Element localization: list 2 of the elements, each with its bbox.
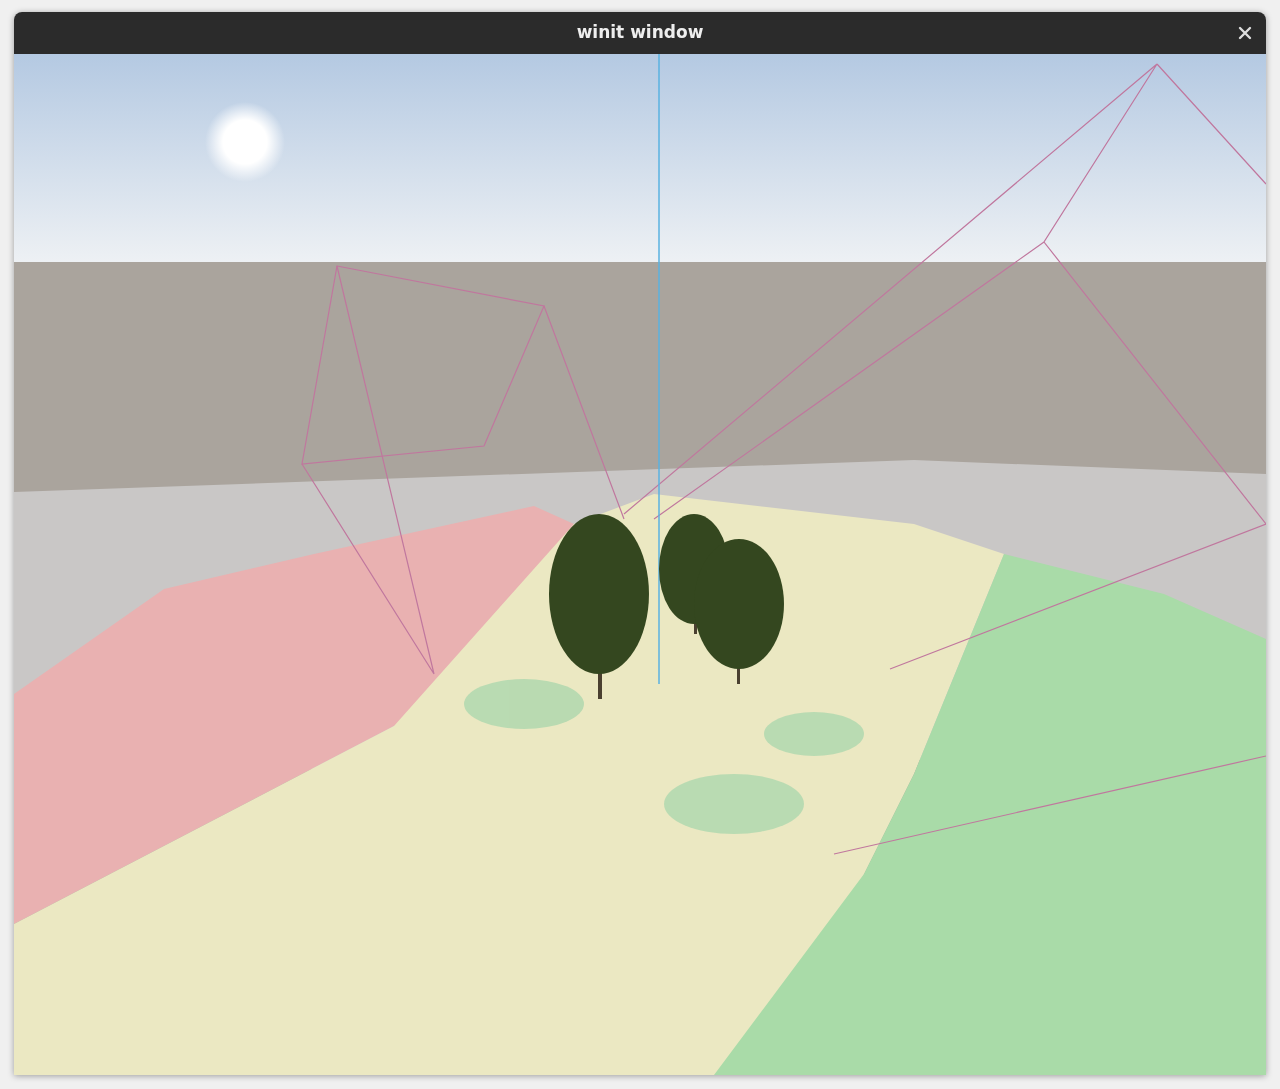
close-icon[interactable]: [1238, 26, 1252, 40]
window-title: winit window: [576, 21, 704, 45]
